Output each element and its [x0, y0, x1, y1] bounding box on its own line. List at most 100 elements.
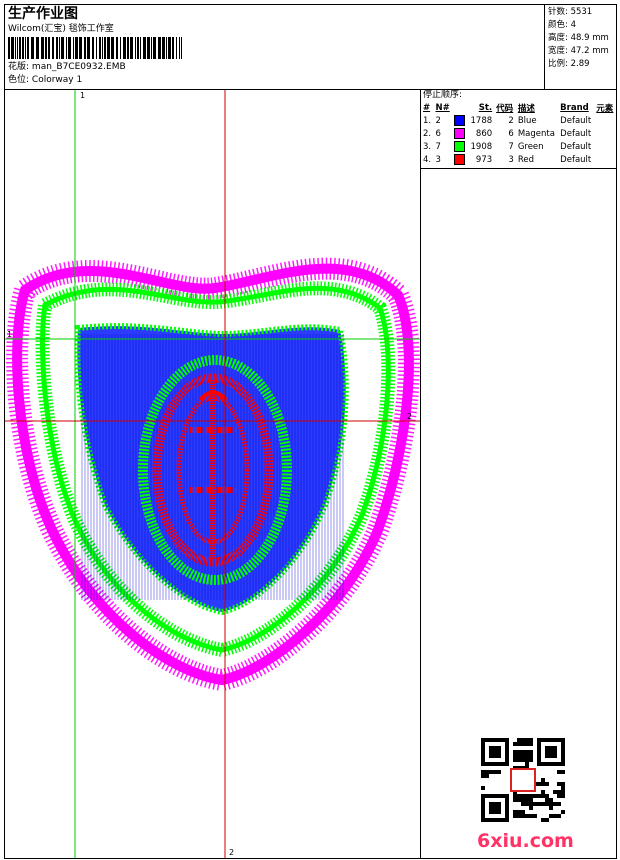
- qr-module: [521, 738, 525, 742]
- qr-module: [529, 794, 533, 798]
- qr-module: [521, 794, 525, 798]
- qr-module: [481, 786, 485, 790]
- barcode-bar: [151, 37, 152, 59]
- barcode-bar: [11, 37, 14, 59]
- qr-module: [525, 802, 529, 806]
- qr-module: [557, 802, 561, 806]
- qr-module: [529, 750, 533, 754]
- row-brand: Default: [560, 128, 592, 139]
- stop-sequence-header: # N# St. 代码 描述 Brand 元素: [421, 101, 616, 114]
- qr-module: [537, 782, 541, 786]
- qr-module: [521, 810, 525, 814]
- company-name: Wilcom(汇宝) 毯饰工作室: [8, 24, 114, 34]
- barcode-bar: [45, 37, 47, 59]
- qr-module: [545, 782, 549, 786]
- row-swatch-cell: [452, 140, 467, 153]
- barcode-bar: [59, 37, 60, 59]
- stat-height: 高度: 48.9 mm: [548, 32, 609, 45]
- qr-module: [561, 794, 565, 798]
- stat-label: 宽度:: [548, 46, 568, 56]
- barcode-bar: [22, 37, 24, 59]
- colorway-row: 色位: Colorway 1: [8, 75, 82, 86]
- barcode-bar: [87, 37, 90, 59]
- qr-module: [481, 774, 485, 778]
- qr-module: [529, 758, 533, 762]
- barcode-bar: [79, 37, 82, 59]
- qr-module: [557, 770, 561, 774]
- row-needle: 3: [435, 154, 441, 165]
- stat-value: 47.2 mm: [570, 46, 609, 56]
- qr-module: [561, 770, 565, 774]
- qr-module: [525, 738, 529, 742]
- watermark-logo: 6xiu.com: [477, 830, 574, 852]
- qr-module: [545, 798, 549, 802]
- barcode-bar: [107, 37, 110, 59]
- row-brand: Default: [560, 115, 592, 126]
- qr-module: [517, 750, 521, 754]
- barcode-bar: [102, 37, 103, 59]
- colorway-label: 色位:: [8, 75, 30, 85]
- qr-module: [557, 814, 561, 818]
- qr-module: [525, 794, 529, 798]
- qr-module: [545, 802, 549, 806]
- blue-fill: [74, 323, 349, 616]
- qr-module: [561, 810, 565, 814]
- row-swatch-cell: [452, 114, 467, 127]
- qr-module: [517, 742, 521, 746]
- barcode-bar: [135, 37, 136, 59]
- qr-module: [525, 754, 529, 758]
- qr-module: [485, 774, 489, 778]
- stat-value: 48.9 mm: [570, 33, 609, 43]
- col-element: 元素: [596, 103, 614, 114]
- col-index: #: [423, 102, 431, 113]
- barcode-bar: [116, 37, 118, 59]
- qr-module: [497, 770, 501, 774]
- embroidery-canvas: 1 1 2 2: [5, 90, 420, 858]
- barcode-bar: [104, 37, 106, 59]
- qr-module: [525, 798, 529, 802]
- col-brand: Brand: [560, 102, 589, 113]
- barcode-bar: [179, 37, 180, 59]
- qr-module: [541, 818, 545, 822]
- row-stitches: 973: [475, 154, 493, 165]
- stat-value: 5531: [570, 7, 593, 17]
- stat-width: 宽度: 47.2 mm: [548, 45, 609, 58]
- barcode-bar: [127, 37, 129, 59]
- qr-module: [549, 802, 553, 806]
- barcode-bar: [140, 37, 141, 59]
- col-needle: N#: [435, 102, 450, 113]
- table-row: 1. 2 1788 2 Blue Default: [421, 114, 616, 127]
- barcode-bar: [96, 37, 97, 59]
- barcode-bar: [52, 37, 54, 59]
- qr-module: [533, 814, 537, 818]
- qr-module: [525, 742, 529, 746]
- qr-module: [517, 798, 521, 802]
- qr-finder: [545, 746, 557, 758]
- design-file-row: 花版: man_B7CE0932.EMB: [8, 62, 126, 73]
- design-file-name: man_B7CE0932.EMB: [31, 62, 126, 72]
- barcode-bar: [158, 37, 161, 59]
- qr-module: [541, 778, 545, 782]
- barcode-bar: [147, 37, 150, 59]
- barcode-bar: [137, 37, 139, 59]
- col-code: 代码: [496, 103, 514, 114]
- barcode-bar: [66, 37, 67, 59]
- qr-module: [517, 794, 521, 798]
- barcode-bar: [84, 37, 86, 59]
- barcode-bar: [120, 37, 121, 59]
- barcode-bar: [99, 37, 101, 59]
- qr-module: [521, 758, 525, 762]
- qr-module: [521, 754, 525, 758]
- row-description: Green: [517, 141, 544, 152]
- qr-module: [537, 794, 541, 798]
- qr-module: [561, 786, 565, 790]
- row-stitches: 860: [475, 128, 493, 139]
- row-code: 3: [508, 154, 514, 165]
- stat-value: 4: [570, 20, 576, 30]
- barcode-bar: [15, 37, 16, 59]
- barcode-bar: [153, 37, 156, 59]
- barcode-bar: [17, 37, 18, 59]
- barcode-bar: [31, 37, 34, 59]
- barcode-bar: [41, 37, 44, 59]
- qr-module: [521, 742, 525, 746]
